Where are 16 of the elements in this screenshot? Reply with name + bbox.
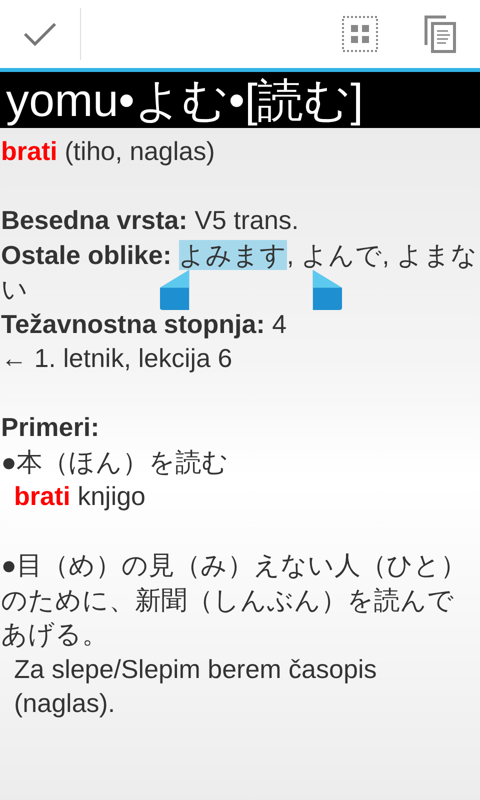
lesson-link[interactable]: ← 1. letnik, lekcija 6 (1, 341, 480, 376)
field-text: Ostale oblike: よみます, よんで, よまない (1, 238, 479, 306)
example-japanese: ●本（ほん）を読む (1, 446, 230, 478)
copy-icon (424, 15, 456, 53)
selection-handle[interactable] (160, 270, 190, 310)
select-all-icon (342, 16, 378, 52)
field-text: Težavnostna stopnja: 4 (1, 308, 288, 340)
example-translation: Za slepe/Slepim berem časopis (naglas). (13, 652, 378, 720)
entry-title: yomu•よむ•[読む] (0, 72, 480, 128)
checkmark-icon (23, 21, 57, 47)
example-japanese: ●目（め）の見（み）えない人（ひと）のために、新聞（しんぶん）を読んであげる。 (1, 549, 468, 651)
field-text: Besedna vrsta: V5 trans. (1, 204, 300, 237)
meaning-text: brati (tiho, naglas) (1, 135, 216, 168)
examples-heading: Primeri: (1, 411, 100, 444)
selection-handle[interactable] (312, 270, 342, 310)
example-translation: brati knjigo (13, 480, 147, 513)
